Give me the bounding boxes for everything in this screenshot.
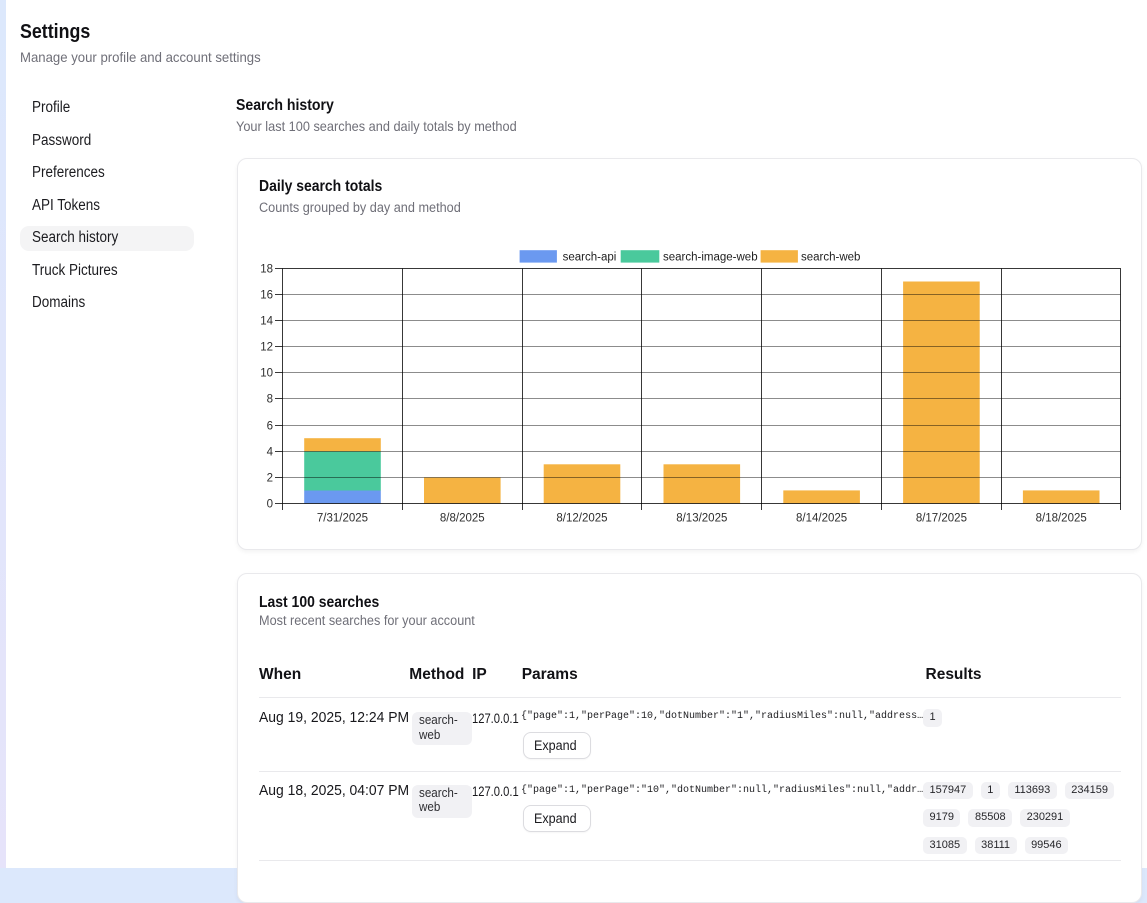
svg-text:search-api: search-api <box>563 252 617 264</box>
svg-text:18: 18 <box>260 264 273 276</box>
svg-text:8/13/2025: 8/13/2025 <box>676 513 727 525</box>
svg-text:8: 8 <box>267 394 273 406</box>
svg-text:search-image-web: search-image-web <box>663 252 758 264</box>
svg-text:16: 16 <box>260 290 273 302</box>
svg-text:4: 4 <box>267 447 274 459</box>
svg-text:8/8/2025: 8/8/2025 <box>440 513 485 525</box>
svg-text:8/14/2025: 8/14/2025 <box>796 513 847 525</box>
svg-text:7/31/2025: 7/31/2025 <box>317 513 368 525</box>
svg-text:10: 10 <box>260 368 273 380</box>
svg-text:14: 14 <box>260 316 273 328</box>
svg-text:0: 0 <box>267 499 273 511</box>
svg-text:search-web: search-web <box>801 252 860 264</box>
svg-text:8/12/2025: 8/12/2025 <box>556 513 607 525</box>
svg-text:2: 2 <box>267 473 273 485</box>
svg-text:8/18/2025: 8/18/2025 <box>1036 513 1087 525</box>
svg-text:6: 6 <box>267 421 273 433</box>
svg-text:12: 12 <box>260 342 273 354</box>
svg-text:8/17/2025: 8/17/2025 <box>916 513 967 525</box>
